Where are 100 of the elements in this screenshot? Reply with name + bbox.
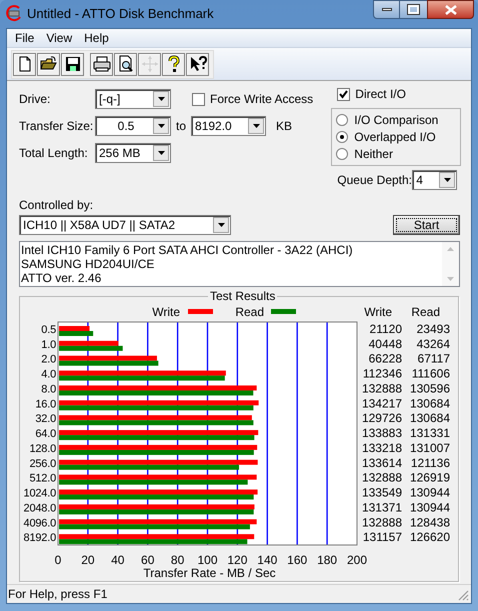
tick-label: 80 xyxy=(170,553,184,567)
status-text: For Help, press F1 xyxy=(8,586,108,603)
category-label: 16.0 xyxy=(35,398,56,410)
table-cell: 133614 xyxy=(362,456,402,470)
table-cell: 134217 xyxy=(362,396,402,410)
toolbar-button[interactable] xyxy=(13,52,36,76)
category-label: 8.0 xyxy=(41,383,56,396)
column-header: Write xyxy=(364,305,392,319)
drive-dropdown[interactable]: [-q-] xyxy=(95,89,171,109)
force-write-label: Force Write Access xyxy=(210,91,314,108)
category-label: 2.0 xyxy=(41,354,56,366)
table-cell: 130944 xyxy=(410,500,450,514)
info-line: Intel ICH10 Family 6 Port SATA AHCI Controller - 3A22 (AHCI) xyxy=(21,243,354,257)
maximize-button[interactable] xyxy=(400,0,427,19)
category-label: 4096.0 xyxy=(24,517,56,530)
radio-label: Overlapped I/O xyxy=(354,129,436,146)
menu-item[interactable]: View xyxy=(40,30,78,46)
table-cell: 126919 xyxy=(410,470,450,485)
dropdown-arrow-icon xyxy=(158,151,164,155)
resize-grip-icon xyxy=(458,590,469,601)
transfer-size-label: Transfer Size: xyxy=(19,118,94,135)
column-header: Read xyxy=(411,305,440,319)
table-cell: 132888 xyxy=(362,381,402,396)
check-icon xyxy=(339,90,348,98)
dropdown-arrow-icon xyxy=(218,223,224,227)
group-title: Test Results xyxy=(208,289,278,303)
queue-depth-label: Queue Depth: xyxy=(337,172,412,189)
tick-label: 40 xyxy=(111,553,124,567)
app-icon xyxy=(5,5,22,22)
save-icon xyxy=(64,55,82,73)
radio-button[interactable] xyxy=(336,131,348,143)
table-cell: 40448 xyxy=(368,336,402,351)
menu-item[interactable]: File xyxy=(9,30,40,46)
drive-label: Drive: xyxy=(19,91,52,108)
table-cell: 67117 xyxy=(418,352,450,366)
checkbox[interactable] xyxy=(192,92,205,106)
toolbar-button[interactable] xyxy=(61,52,84,76)
dropdown-arrow-icon xyxy=(158,97,164,101)
print-icon xyxy=(92,55,110,73)
table-cell: 133549 xyxy=(362,486,402,500)
checkbox[interactable] xyxy=(337,88,350,100)
table-cell: 130596 xyxy=(410,381,450,396)
table-cell: 112346 xyxy=(362,366,402,381)
toolbar-button[interactable] xyxy=(162,52,185,76)
table-cell: 132888 xyxy=(362,470,402,485)
radio-button[interactable] xyxy=(336,148,348,160)
minimize-button[interactable] xyxy=(373,0,400,19)
dropdown-arrow-icon xyxy=(444,178,451,182)
start-button[interactable]: Start xyxy=(393,215,460,235)
table-cell: 111606 xyxy=(412,366,450,381)
axis-title: Transfer Rate - MB / Sec xyxy=(143,566,276,580)
category-label: 0.5 xyxy=(41,324,56,336)
tick-label: 0 xyxy=(54,553,62,567)
controlled-by-label: Controlled by: xyxy=(19,198,94,212)
scroll-up-icon xyxy=(447,247,454,251)
tick-label: 140 xyxy=(257,553,278,567)
table-cell: 43264 xyxy=(416,336,450,351)
table-cell: 130684 xyxy=(410,396,450,410)
menu-item[interactable]: Help xyxy=(78,30,115,46)
table-cell: 131157 xyxy=(362,530,402,544)
radio-button[interactable] xyxy=(336,114,348,126)
toolbar-button[interactable] xyxy=(37,52,60,76)
table-cell: 66228 xyxy=(368,352,402,366)
category-label: 8192.0 xyxy=(24,532,56,544)
toolbar-button[interactable] xyxy=(90,52,113,76)
toolbar-button[interactable] xyxy=(186,52,209,76)
category-label: 4.0 xyxy=(41,368,56,381)
close-button[interactable] xyxy=(427,0,474,19)
table-cell: 130684 xyxy=(410,411,450,426)
total-length-label: Total Length: xyxy=(19,145,89,162)
unit-label: KB xyxy=(276,118,292,135)
direct-io-label: Direct I/O xyxy=(355,86,406,103)
queue-depth-dropdown[interactable]: 4 xyxy=(412,170,458,190)
toolbar-button[interactable] xyxy=(114,52,137,76)
dropdown-arrow-icon xyxy=(252,124,260,128)
preview-icon xyxy=(116,55,134,73)
scroll-down-icon xyxy=(447,277,454,281)
table-cell: 131007 xyxy=(410,440,450,455)
transfer-size-dropdown[interactable]: 8192.0 xyxy=(191,116,266,136)
radio-label: Neither xyxy=(354,146,393,163)
category-label: 1024.0 xyxy=(24,488,56,500)
table-cell: 130944 xyxy=(410,486,450,500)
transfer-size-dropdown[interactable]: 0.5 xyxy=(95,116,171,136)
total-length-dropdown[interactable]: 256 MB xyxy=(95,143,171,163)
tick-label: 60 xyxy=(141,553,154,567)
table-cell: 131371 xyxy=(362,500,402,514)
tick-label: 180 xyxy=(317,553,338,567)
info-line: ATTO ver. 2.46 xyxy=(21,271,102,285)
table-cell: 132888 xyxy=(362,515,402,530)
controller-dropdown[interactable]: ICH10 || X58A UD7 || SATA2 xyxy=(19,215,231,235)
category-label: 2048.0 xyxy=(24,502,56,514)
table-cell: 128438 xyxy=(410,515,450,530)
pointer-question-icon xyxy=(188,55,206,73)
table-cell: 21120 xyxy=(370,322,402,336)
table-cell: 126620 xyxy=(410,530,450,544)
legend-label: Read xyxy=(235,305,264,319)
table-cell: 23493 xyxy=(416,322,450,336)
category-label: 64.0 xyxy=(35,428,56,440)
tick-label: 120 xyxy=(227,553,248,567)
tick-label: 160 xyxy=(287,553,308,567)
